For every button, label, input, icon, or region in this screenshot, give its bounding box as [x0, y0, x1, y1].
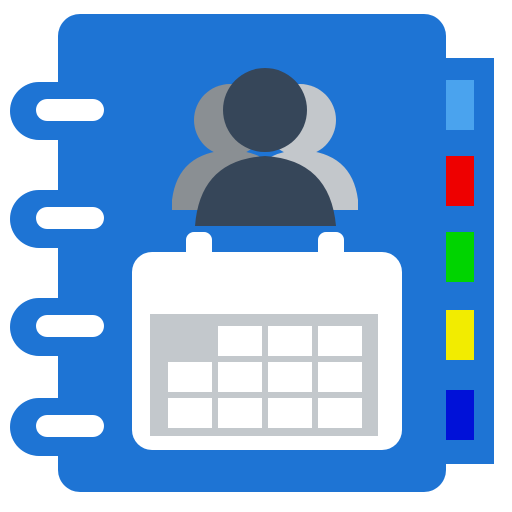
contacts-calendar-icon — [10, 14, 494, 492]
calendar-day-cell — [218, 326, 262, 356]
calendar-icon — [132, 232, 402, 450]
calendar-day-cell — [318, 326, 362, 356]
yellow-tab — [446, 310, 474, 360]
calendar-day-cell — [168, 362, 212, 392]
calendar-day-cell — [268, 362, 312, 392]
binder-ring — [10, 190, 114, 248]
binder-ring — [10, 298, 114, 356]
calendar-day-cell — [268, 326, 312, 356]
calendar-day-cell — [268, 398, 312, 428]
calendar-day-cell — [318, 362, 362, 392]
blue-tab — [446, 390, 474, 440]
red-tab — [446, 156, 474, 206]
calendar-day-cell — [318, 398, 362, 428]
calendar-day-cell — [168, 398, 212, 428]
app-icon — [0, 0, 512, 512]
binder-ring — [10, 82, 114, 140]
calendar-day-cell — [218, 362, 262, 392]
binder-ring — [10, 398, 114, 456]
light-blue-tab — [446, 80, 474, 130]
calendar-day-cell — [218, 398, 262, 428]
green-tab — [446, 232, 474, 282]
